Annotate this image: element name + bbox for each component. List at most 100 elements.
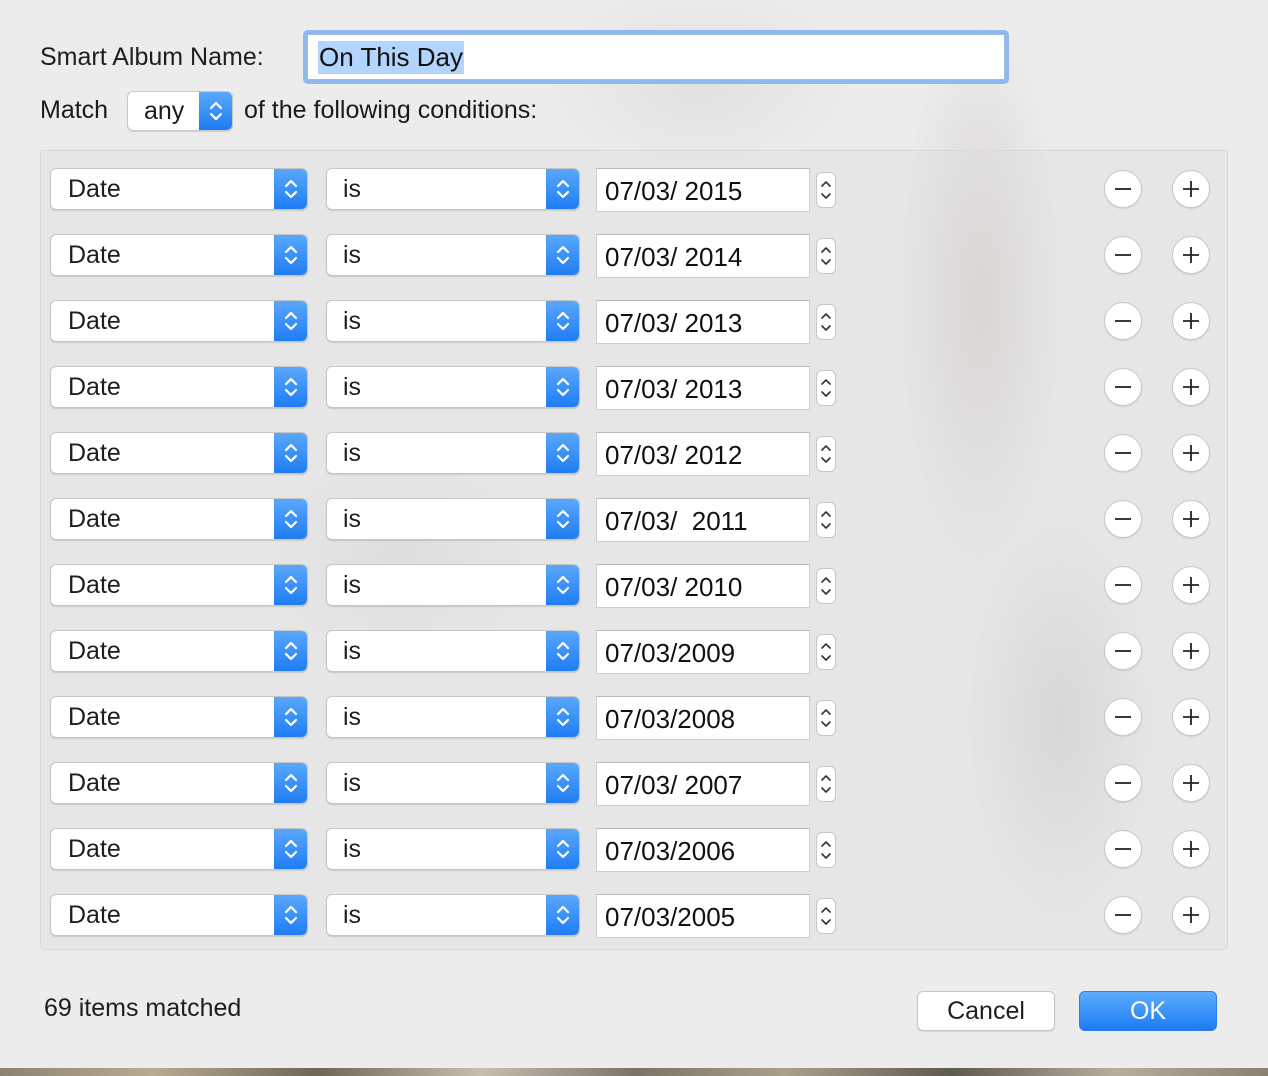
date-stepper[interactable] (816, 436, 836, 472)
chevron-up-down-icon (546, 367, 579, 407)
condition-operator-popup[interactable]: is (326, 168, 580, 210)
condition-operator-popup[interactable]: is (326, 828, 580, 870)
date-stepper[interactable] (816, 832, 836, 868)
add-condition-button[interactable] (1172, 302, 1210, 340)
album-name-field[interactable]: On This Day (303, 30, 1009, 84)
condition-date-field[interactable]: 07/03/ 2007 (596, 762, 810, 806)
smart-album-dialog: Smart Album Name: On This Day Match any … (0, 0, 1268, 1068)
condition-date-field[interactable]: 07/03/ 2015 (596, 168, 810, 212)
add-condition-button[interactable] (1172, 236, 1210, 274)
condition-field-popup[interactable]: Date (50, 366, 308, 408)
add-condition-button[interactable] (1172, 830, 1210, 868)
condition-operator-popup[interactable]: is (326, 432, 580, 474)
condition-date-value: 07/03/ 2010 (605, 572, 743, 602)
plus-icon (1183, 379, 1199, 395)
plus-icon (1183, 643, 1199, 659)
condition-date-field[interactable]: 07/03/2008 (596, 696, 810, 740)
condition-field-popup[interactable]: Date (50, 498, 308, 540)
condition-operator-popup[interactable]: is (326, 696, 580, 738)
remove-condition-button[interactable] (1104, 368, 1142, 406)
stepper-arrows-icon (821, 181, 831, 199)
condition-field-popup[interactable]: Date (50, 300, 308, 342)
condition-date-field[interactable]: 07/03/2006 (596, 828, 810, 872)
condition-operator-value: is (343, 703, 362, 731)
remove-condition-button[interactable] (1104, 896, 1142, 934)
condition-date-field[interactable]: 07/03/2009 (596, 630, 810, 674)
condition-field-popup[interactable]: Date (50, 234, 308, 276)
condition-operator-popup[interactable]: is (326, 366, 580, 408)
add-condition-button[interactable] (1172, 566, 1210, 604)
condition-date-field[interactable]: 07/03/ 2013 (596, 300, 810, 344)
remove-condition-button[interactable] (1104, 170, 1142, 208)
cancel-button[interactable]: Cancel (917, 991, 1055, 1031)
remove-condition-button[interactable] (1104, 500, 1142, 538)
remove-condition-button[interactable] (1104, 302, 1142, 340)
remove-condition-button[interactable] (1104, 764, 1142, 802)
condition-date-field[interactable]: 07/03/ 2013 (596, 366, 810, 410)
condition-date-value: 07/03/ 2007 (605, 770, 743, 800)
date-stepper[interactable] (816, 238, 836, 274)
add-condition-button[interactable] (1172, 434, 1210, 472)
album-name-input[interactable]: On This Day (307, 34, 1005, 80)
condition-field-popup[interactable]: Date (50, 894, 308, 936)
condition-row: Date is 07/03/2008 (41, 696, 1227, 740)
condition-field-popup[interactable]: Date (50, 762, 308, 804)
stepper-arrows-icon (821, 775, 831, 793)
condition-operator-popup[interactable]: is (326, 300, 580, 342)
condition-operator-value: is (343, 835, 362, 863)
date-stepper[interactable] (816, 304, 836, 340)
condition-operator-value: is (343, 637, 362, 665)
match-suffix: of the following conditions: (244, 96, 538, 124)
minus-icon (1115, 716, 1131, 718)
condition-operator-popup[interactable]: is (326, 564, 580, 606)
condition-row: Date is 07/03/ 2013 (41, 366, 1227, 410)
remove-condition-button[interactable] (1104, 566, 1142, 604)
condition-field-popup[interactable]: Date (50, 696, 308, 738)
condition-field-popup[interactable]: Date (50, 564, 308, 606)
add-condition-button[interactable] (1172, 632, 1210, 670)
chevron-up-down-icon (546, 301, 579, 341)
condition-field-popup[interactable]: Date (50, 630, 308, 672)
condition-field-popup[interactable]: Date (50, 168, 308, 210)
condition-operator-popup[interactable]: is (326, 894, 580, 936)
add-condition-button[interactable] (1172, 896, 1210, 934)
date-stepper[interactable] (816, 568, 836, 604)
condition-operator-popup[interactable]: is (326, 498, 580, 540)
condition-operator-value: is (343, 571, 362, 599)
background-photo-strip (0, 1068, 1268, 1076)
date-stepper[interactable] (816, 370, 836, 406)
remove-condition-button[interactable] (1104, 434, 1142, 472)
remove-condition-button[interactable] (1104, 236, 1142, 274)
chevron-up-down-icon (274, 565, 307, 605)
condition-operator-popup[interactable]: is (326, 630, 580, 672)
date-stepper[interactable] (816, 700, 836, 736)
condition-date-field[interactable]: 07/03/ 2012 (596, 432, 810, 476)
ok-button[interactable]: OK (1079, 991, 1217, 1031)
match-popup[interactable]: any (127, 91, 233, 131)
condition-operator-popup[interactable]: is (326, 762, 580, 804)
date-stepper[interactable] (816, 898, 836, 934)
date-stepper[interactable] (816, 634, 836, 670)
add-condition-button[interactable] (1172, 764, 1210, 802)
condition-date-field[interactable]: 07/03/2005 (596, 894, 810, 938)
condition-operator-popup[interactable]: is (326, 234, 580, 276)
date-stepper[interactable] (816, 172, 836, 208)
condition-field-popup[interactable]: Date (50, 828, 308, 870)
add-condition-button[interactable] (1172, 170, 1210, 208)
condition-date-field[interactable]: 07/03/ 2014 (596, 234, 810, 278)
date-stepper[interactable] (816, 766, 836, 802)
chevron-up-down-icon (274, 235, 307, 275)
remove-condition-button[interactable] (1104, 632, 1142, 670)
condition-date-field[interactable]: 07/03/ 2011 (596, 498, 810, 542)
minus-icon (1115, 320, 1131, 322)
condition-date-field[interactable]: 07/03/ 2010 (596, 564, 810, 608)
add-condition-button[interactable] (1172, 368, 1210, 406)
date-stepper[interactable] (816, 502, 836, 538)
add-condition-button[interactable] (1172, 698, 1210, 736)
add-condition-button[interactable] (1172, 500, 1210, 538)
remove-condition-button[interactable] (1104, 830, 1142, 868)
condition-field-popup[interactable]: Date (50, 432, 308, 474)
remove-condition-button[interactable] (1104, 698, 1142, 736)
condition-operator-value: is (343, 505, 362, 533)
chevron-up-down-icon (274, 697, 307, 737)
